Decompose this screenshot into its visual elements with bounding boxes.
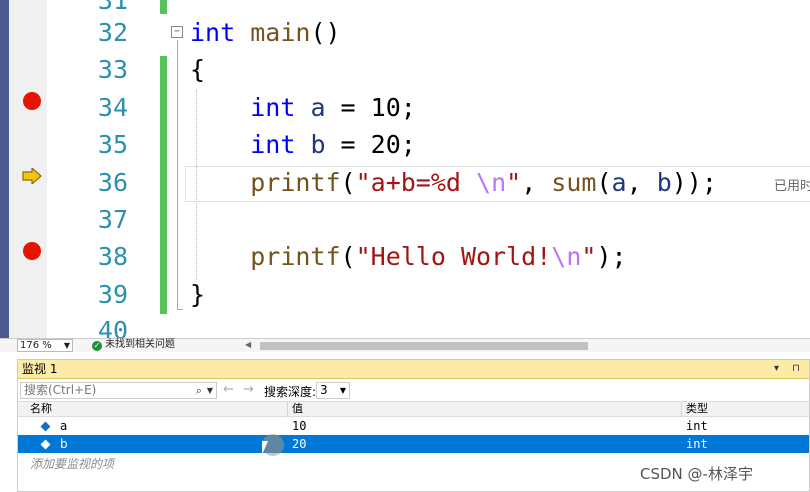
fold-line	[177, 40, 178, 310]
issues-indicator[interactable]: ✓ 未找到相关问题	[92, 339, 175, 351]
watch-row-name: a	[60, 419, 68, 433]
column-value[interactable]: 值	[288, 402, 303, 416]
search-icon[interactable]: ⌕	[196, 383, 202, 398]
watch-title-bar: 监视 1 ▾ ⊓	[18, 360, 809, 379]
watch-row-selected[interactable]: b 20 int	[18, 435, 809, 453]
watch-toolbar: 搜索(Ctrl+E) ⌕ ▼ ← → 搜索深度: 3 ▼	[18, 379, 809, 401]
variable-icon	[40, 421, 51, 432]
check-circle-icon: ✓	[92, 341, 102, 351]
watch-row-type: int	[686, 437, 708, 451]
line-number: 35	[97, 130, 128, 159]
horizontal-scrollbar[interactable]	[260, 342, 588, 350]
current-statement-arrow-icon	[22, 168, 42, 184]
watch-row-value[interactable]: 10	[292, 417, 306, 435]
watch-header: 名称 值 类型	[18, 401, 809, 417]
window-frame	[0, 0, 9, 338]
breakpoint-icon[interactable]	[23, 242, 41, 260]
line-number: 36	[97, 168, 128, 197]
inline-elapsed-hint: 已用时	[774, 179, 810, 194]
fold-line-end	[177, 309, 183, 310]
line-number: 37	[97, 205, 128, 234]
code-line: }	[190, 280, 206, 309]
line-number: 40	[97, 316, 128, 338]
line-number: 38	[97, 242, 128, 271]
scroll-left-icon[interactable]: ◀	[245, 340, 251, 349]
zoom-select[interactable]: 176 % ▼	[17, 339, 73, 352]
forward-arrow-icon[interactable]: →	[243, 382, 254, 397]
search-depth-select[interactable]: 3 ▼	[316, 382, 350, 399]
code-line: int a = 10;	[250, 93, 416, 122]
chevron-down-icon: ▼	[339, 386, 346, 395]
line-number: 31	[97, 0, 128, 15]
line-number: 39	[97, 280, 128, 309]
back-arrow-icon[interactable]: ←	[223, 382, 234, 397]
search-input[interactable]: 搜索(Ctrl+E) ⌕ ▼	[20, 382, 217, 399]
watermark: CSDN @-林泽宇	[640, 465, 753, 483]
line-number: 34	[97, 93, 128, 122]
code-line: printf("a+b=%d \n", sum(a, b));	[250, 168, 717, 197]
chevron-down-icon[interactable]: ▼	[207, 383, 213, 398]
code-editor[interactable]: 31 32 33 34 35 36 37 38 39 40 − int main…	[0, 0, 810, 338]
variable-icon	[40, 439, 51, 450]
watch-row-type: int	[686, 419, 708, 433]
line-number: 33	[97, 55, 128, 84]
chevron-down-icon: ▼	[63, 341, 70, 350]
watch-row[interactable]: a 10 int	[18, 417, 809, 435]
watch-row-value[interactable]: 20	[292, 435, 306, 453]
change-marker	[160, 0, 167, 14]
add-watch-item[interactable]: 添加要监视的项	[30, 455, 114, 472]
watch-title: 监视 1	[22, 362, 58, 376]
editor-status-bar: 176 % ▼ ✓ 未找到相关问题 ◀	[0, 338, 810, 352]
column-type[interactable]: 类型	[682, 402, 708, 416]
breakpoint-icon[interactable]	[23, 92, 41, 110]
mouse-pointer-icon	[262, 441, 268, 455]
change-marker	[160, 56, 167, 314]
column-name[interactable]: 名称	[26, 402, 52, 416]
watch-row-name: b	[60, 437, 68, 451]
search-depth-label: 搜索深度:	[264, 385, 317, 399]
code-line: printf("Hello World!\n");	[250, 242, 627, 271]
line-number: 32	[97, 18, 128, 47]
collapse-icon[interactable]: −	[171, 26, 183, 38]
code-line: {	[190, 55, 206, 84]
window-controls[interactable]: ▾ ⊓	[774, 360, 805, 378]
code-line: int main()	[190, 18, 341, 47]
code-line: int b = 20;	[250, 130, 416, 159]
